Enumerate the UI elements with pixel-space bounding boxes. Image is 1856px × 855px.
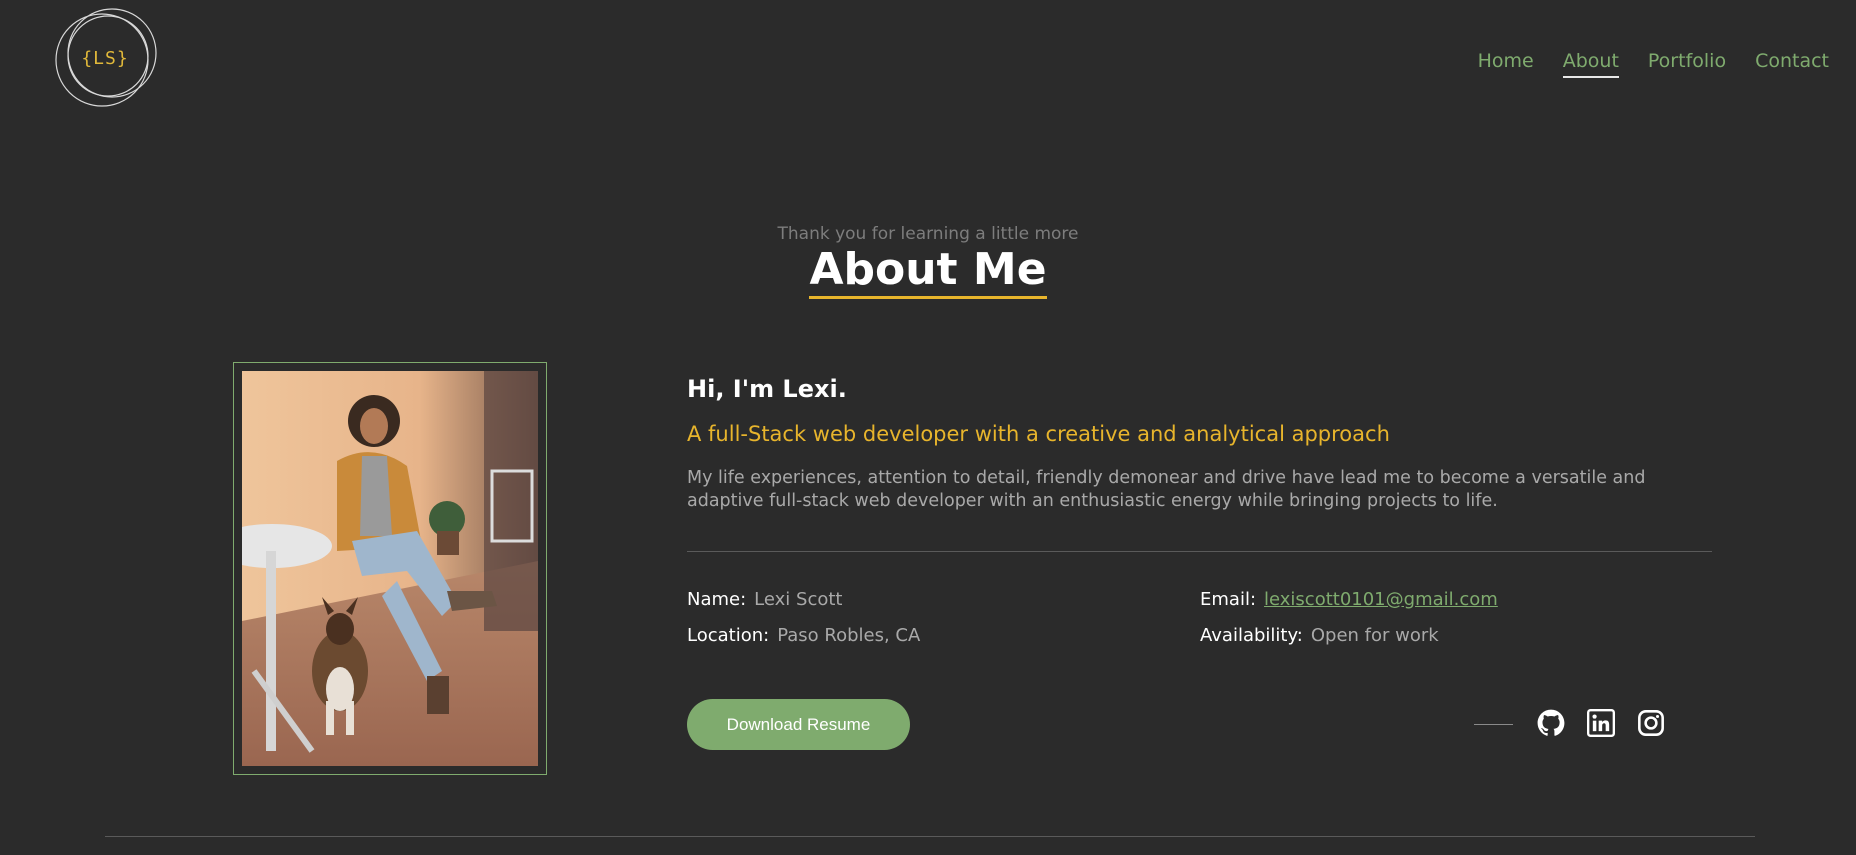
greeting: Hi, I'm Lexi. [687, 375, 847, 403]
logo-text: {LS} [81, 48, 129, 69]
divider [687, 551, 1712, 552]
info-name: Name: Lexi Scott [687, 589, 842, 610]
nav-home[interactable]: Home [1478, 50, 1534, 78]
instagram-icon[interactable] [1637, 709, 1665, 737]
section-subtitle: Thank you for learning a little more [777, 224, 1079, 244]
profile-photo-frame [233, 362, 547, 775]
social-divider [1474, 724, 1513, 725]
location-value: Paso Robles, CA [777, 625, 921, 646]
location-label: Location: [687, 625, 770, 646]
footer-divider [105, 836, 1755, 837]
about-page: {LS} Home About Portfolio Contact Thank … [0, 0, 1856, 855]
email-label: Email: [1200, 589, 1257, 610]
nav-portfolio[interactable]: Portfolio [1648, 50, 1726, 78]
info-location: Location: Paso Robles, CA [687, 625, 920, 646]
email-link[interactable]: lexiscott0101@gmail.com [1264, 589, 1498, 610]
bio-description: My life experiences, attention to detail… [687, 468, 1646, 511]
tagline: A full-Stack web developer with a creati… [687, 422, 1390, 446]
availability-label: Availability: [1200, 625, 1303, 646]
section-title-wrap: About Me [0, 244, 1856, 299]
name-value: Lexi Scott [754, 589, 843, 610]
availability-value: Open for work [1310, 625, 1439, 646]
nav-contact[interactable]: Contact [1755, 50, 1829, 78]
profile-photo [242, 371, 538, 766]
download-resume-button[interactable]: Download Resume [687, 699, 910, 750]
page-title: About Me [809, 244, 1047, 299]
linkedin-icon[interactable] [1587, 709, 1615, 737]
main-nav: Home About Portfolio Contact [1478, 50, 1829, 78]
site-logo[interactable]: {LS} [48, 4, 162, 114]
name-label: Name: [687, 589, 747, 610]
info-availability: Availability: Open for work [1200, 625, 1439, 646]
nav-about[interactable]: About [1562, 50, 1619, 78]
info-email: Email: lexiscott0101@gmail.com [1200, 589, 1498, 610]
github-icon[interactable] [1537, 709, 1565, 737]
